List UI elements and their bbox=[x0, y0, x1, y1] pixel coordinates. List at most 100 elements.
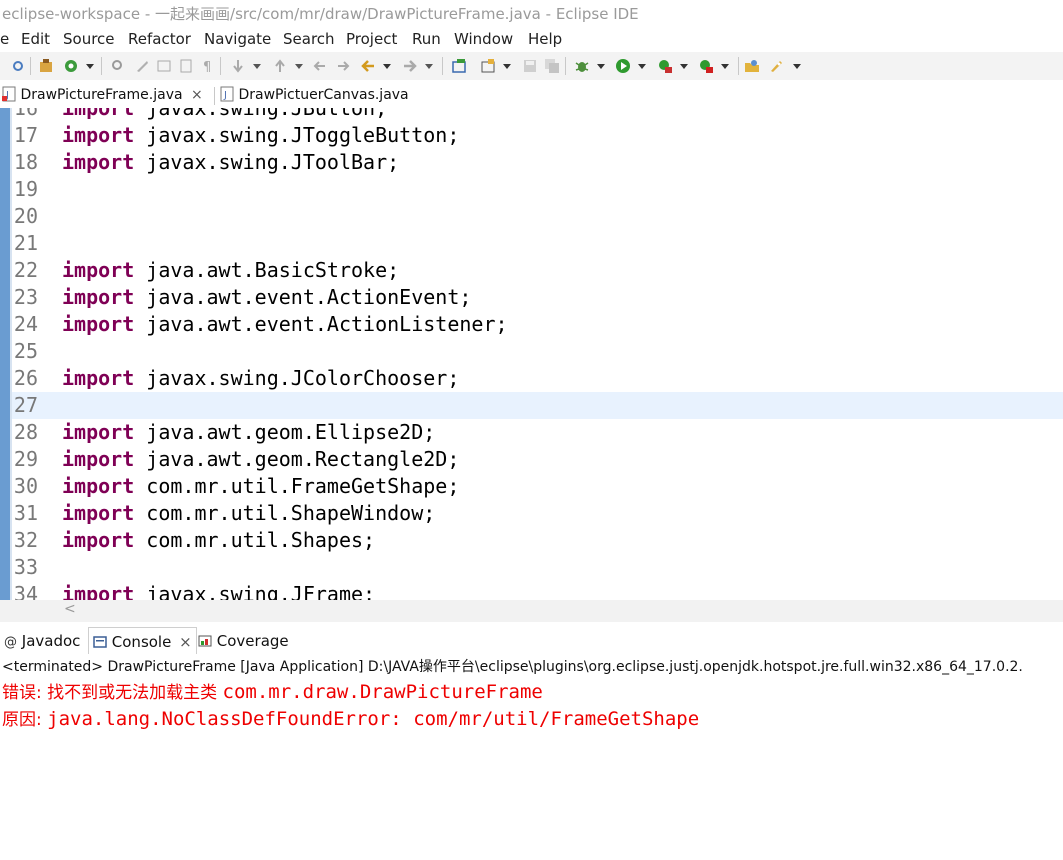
tab-drawpictuercanvas[interactable]: J DrawPictuerCanvas.java bbox=[220, 86, 409, 103]
chevron-down-icon[interactable] bbox=[424, 58, 434, 74]
menu-search[interactable]: Search bbox=[283, 30, 335, 48]
error-cause-prefix: 原因: bbox=[2, 710, 48, 730]
code-line[interactable]: 19 bbox=[12, 176, 1063, 203]
line-number: 28 bbox=[13, 420, 38, 444]
next-annotation-icon[interactable] bbox=[230, 58, 246, 74]
error-class-name: com.mr.draw.DrawPictureFrame bbox=[222, 681, 543, 703]
line-number: 30 bbox=[13, 474, 38, 498]
prev-annotation-icon[interactable] bbox=[272, 58, 288, 74]
refresh-icon[interactable] bbox=[63, 58, 79, 74]
menu-window[interactable]: Window bbox=[454, 30, 513, 48]
code-line[interactable]: 33 bbox=[12, 554, 1063, 581]
save-icon[interactable] bbox=[522, 58, 538, 74]
line-number: 22 bbox=[13, 258, 38, 282]
tab-console[interactable]: Console × bbox=[88, 627, 197, 655]
new-window-icon[interactable] bbox=[480, 58, 496, 74]
search-ref-icon[interactable] bbox=[110, 58, 126, 74]
statement: javax.swing.JColorChooser; bbox=[134, 366, 460, 390]
line-number: 32 bbox=[13, 528, 38, 552]
code-line[interactable]: 25 bbox=[12, 338, 1063, 365]
back-arrow-icon[interactable] bbox=[360, 58, 376, 74]
chevron-down-icon[interactable] bbox=[502, 58, 512, 74]
menu-help[interactable]: Help bbox=[528, 30, 562, 48]
code-line[interactable]: 20 bbox=[12, 203, 1063, 230]
chevron-down-icon[interactable] bbox=[679, 58, 689, 74]
rocket-icon[interactable] bbox=[768, 58, 784, 74]
code-line[interactable]: 24 import java.awt.event.ActionListener; bbox=[12, 311, 1063, 338]
code-line[interactable]: 23 import java.awt.event.ActionEvent; bbox=[12, 284, 1063, 311]
image-icon[interactable] bbox=[156, 58, 172, 74]
external-tools-icon[interactable] bbox=[698, 58, 714, 74]
forward-arrow-icon[interactable] bbox=[402, 58, 418, 74]
code-line[interactable]: 30 import com.mr.util.FrameGetShape; bbox=[12, 473, 1063, 500]
chevron-down-icon[interactable] bbox=[252, 58, 262, 74]
code-text: import javax.swing.JToolBar; bbox=[62, 149, 399, 176]
keyword: import bbox=[62, 528, 135, 552]
pencil-icon[interactable] bbox=[134, 58, 150, 74]
code-line[interactable]: 31 import com.mr.util.ShapeWindow; bbox=[12, 500, 1063, 527]
code-line[interactable]: 21 bbox=[12, 230, 1063, 257]
menu-project[interactable]: Project bbox=[346, 30, 397, 48]
line-number: 24 bbox=[13, 312, 38, 336]
toolbar-separator bbox=[442, 57, 443, 75]
main-toolbar: ¶ bbox=[0, 52, 1063, 80]
document-icon[interactable] bbox=[178, 58, 194, 74]
coverage-icon[interactable] bbox=[657, 58, 673, 74]
code-line[interactable]: 27 bbox=[12, 392, 1063, 419]
console-view[interactable]: <terminated> DrawPictureFrame [Java Appl… bbox=[0, 654, 1063, 860]
line-number: 16 bbox=[13, 108, 38, 120]
last-edit-icon[interactable] bbox=[312, 58, 328, 74]
line-number: 19 bbox=[13, 177, 38, 201]
tab-javadoc[interactable]: @ Javadoc bbox=[4, 632, 80, 650]
statement: java.awt.event.ActionEvent; bbox=[134, 285, 472, 309]
statement: com.mr.util.Shapes; bbox=[134, 528, 376, 552]
keyword: import bbox=[62, 285, 135, 309]
chevron-down-icon[interactable] bbox=[294, 58, 304, 74]
open-task-icon[interactable] bbox=[451, 58, 467, 74]
code-line[interactable]: 32 import com.mr.util.Shapes; bbox=[12, 527, 1063, 554]
run-icon[interactable] bbox=[615, 58, 631, 74]
tab-coverage[interactable]: Coverage bbox=[198, 632, 289, 650]
tab-label: Javadoc bbox=[21, 632, 81, 650]
statement: java.awt.event.ActionListener; bbox=[134, 312, 508, 336]
menu-file[interactable]: e bbox=[0, 30, 9, 48]
chevron-down-icon[interactable] bbox=[382, 58, 392, 74]
menu-run[interactable]: Run bbox=[412, 30, 441, 48]
keyword: import bbox=[62, 474, 135, 498]
close-icon[interactable]: × bbox=[191, 87, 203, 103]
save-all-icon[interactable] bbox=[544, 58, 560, 74]
code-line[interactable]: 18 import javax.swing.JToolBar; bbox=[12, 149, 1063, 176]
statement: com.mr.util.ShapeWindow; bbox=[134, 501, 436, 525]
close-icon[interactable]: × bbox=[179, 633, 192, 651]
package-icon[interactable] bbox=[38, 58, 54, 74]
code-line[interactable]: 22 import java.awt.BasicStroke; bbox=[12, 257, 1063, 284]
scroll-left-arrow[interactable]: < bbox=[64, 601, 76, 617]
code-editor[interactable]: 16 import javax.swing.JButton; 17 import ja… bbox=[0, 108, 1063, 600]
code-line[interactable]: 29 import java.awt.geom.Rectangle2D; bbox=[12, 446, 1063, 473]
menu-navigate[interactable]: Navigate bbox=[204, 30, 271, 48]
tab-drawpictureframe[interactable]: J DrawPictureFrame.java × bbox=[2, 86, 203, 103]
chevron-down-icon[interactable] bbox=[637, 58, 647, 74]
chevron-down-icon[interactable] bbox=[720, 58, 730, 74]
pilcrow-icon[interactable]: ¶ bbox=[200, 58, 216, 74]
bottom-panel-tabs: @ Javadoc Console × Coverage bbox=[0, 627, 1063, 655]
line-number: 29 bbox=[13, 447, 38, 471]
chevron-down-icon[interactable] bbox=[85, 58, 95, 74]
code-line[interactable]: 17 import javax.swing.JToggleButton; bbox=[12, 122, 1063, 149]
code-line[interactable]: 34 import javax.swing.JFrame; bbox=[12, 581, 1063, 600]
pin-icon[interactable] bbox=[10, 58, 26, 74]
chevron-down-icon[interactable] bbox=[596, 58, 606, 74]
menu-source[interactable]: Source bbox=[63, 30, 115, 48]
menu-edit[interactable]: Edit bbox=[21, 30, 50, 48]
debug-icon[interactable] bbox=[574, 58, 590, 74]
menu-refactor[interactable]: Refactor bbox=[128, 30, 191, 48]
code-line[interactable]: 26 import javax.swing.JColorChooser; bbox=[12, 365, 1063, 392]
open-type-icon[interactable] bbox=[744, 58, 760, 74]
horizontal-scrollbar[interactable]: < bbox=[0, 600, 1063, 622]
java-file-icon: J bbox=[2, 86, 16, 102]
code-line[interactable]: 28 import java.awt.geom.Ellipse2D; bbox=[12, 419, 1063, 446]
code-line[interactable]: 16 import javax.swing.JButton; bbox=[12, 108, 1063, 122]
chevron-down-icon[interactable] bbox=[792, 58, 802, 74]
forward-edit-icon[interactable] bbox=[335, 58, 351, 74]
code-text: import com.mr.util.ShapeWindow; bbox=[62, 500, 435, 527]
